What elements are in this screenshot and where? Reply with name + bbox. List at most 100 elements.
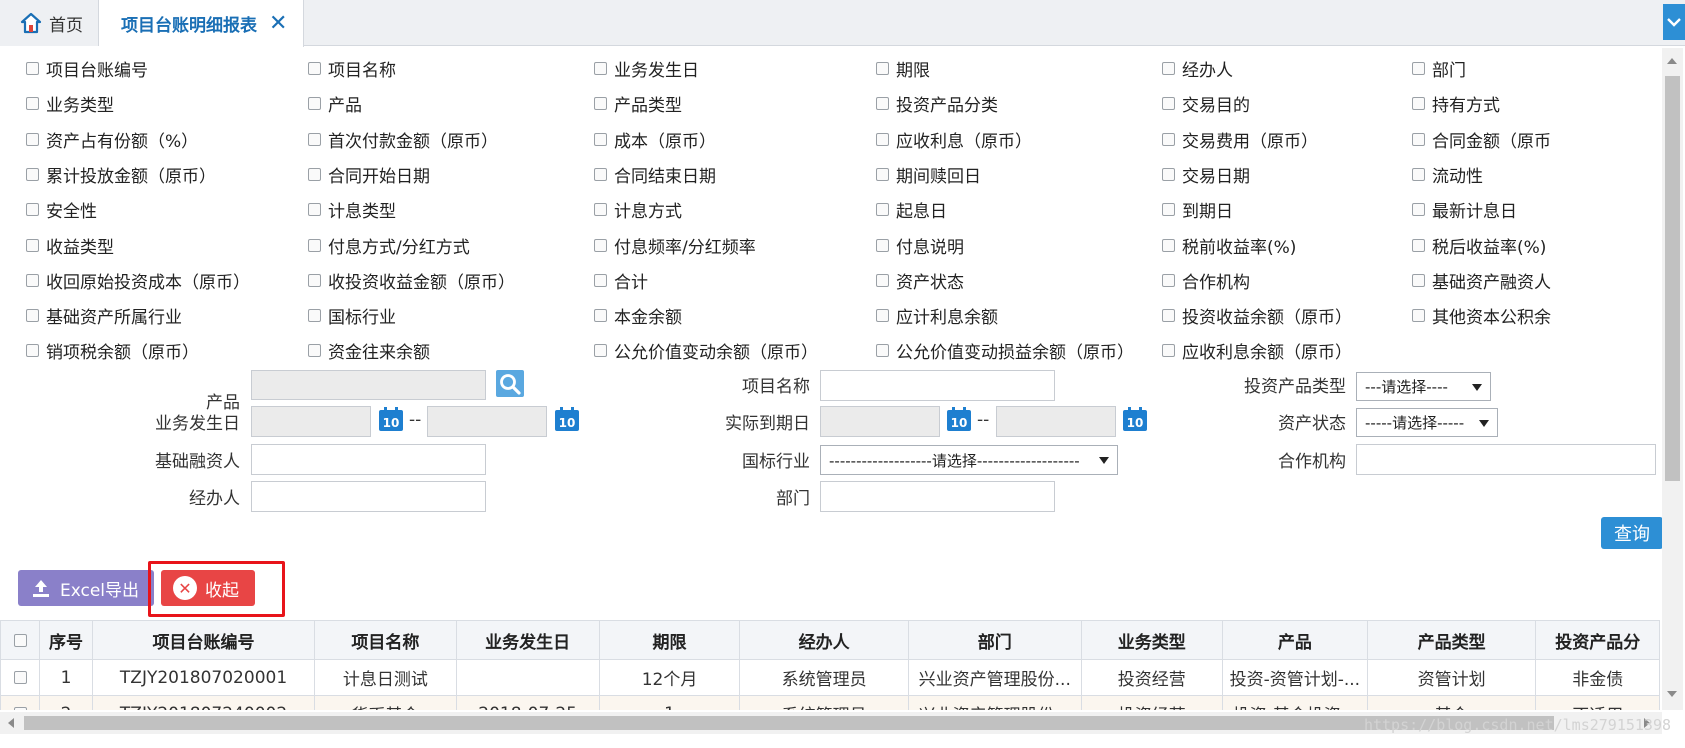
column-option[interactable]: 付息方式/分红方式 — [308, 232, 470, 258]
column-header[interactable]: 产品 — [1221, 620, 1368, 660]
checkbox[interactable] — [26, 167, 39, 181]
column-header[interactable]: 部门 — [908, 620, 1082, 660]
project-name-input[interactable] — [820, 370, 1055, 401]
column-header[interactable]: 项目名称 — [314, 620, 457, 660]
table-row[interactable]: 1 TZJY201807020001 计息日测试 12个月 系统管理员 兴业资产管理股份.… — [0, 659, 1660, 696]
column-option[interactable]: 部门 — [1412, 55, 1466, 81]
tab-report[interactable]: 项目台账明细报表 ✕ — [99, 0, 304, 47]
calendar-icon[interactable]: 10 — [554, 406, 580, 432]
checkbox[interactable] — [308, 202, 321, 216]
checkbox[interactable] — [26, 61, 39, 75]
column-option[interactable]: 经办人 — [1162, 55, 1233, 81]
checkbox[interactable] — [1162, 132, 1175, 146]
excel-export-button[interactable]: Excel导出 — [18, 570, 154, 606]
column-header[interactable]: 项目台账编号 — [91, 620, 316, 660]
checkbox[interactable] — [594, 202, 607, 216]
product-search-button[interactable] — [496, 370, 524, 397]
checkbox[interactable] — [876, 61, 889, 75]
column-option[interactable]: 首次付款金额（原币） — [308, 126, 498, 152]
checkbox[interactable] — [26, 238, 39, 252]
column-option[interactable]: 产品类型 — [594, 90, 682, 116]
horizontal-scroll-thumb[interactable] — [24, 716, 1554, 730]
column-option[interactable]: 交易目的 — [1162, 90, 1250, 116]
checkbox[interactable] — [1412, 167, 1425, 181]
column-option[interactable]: 期间赎回日 — [876, 161, 981, 187]
checkbox[interactable] — [1162, 343, 1175, 357]
checkbox[interactable] — [876, 273, 889, 287]
column-option[interactable]: 本金余额 — [594, 302, 682, 328]
checkbox[interactable] — [26, 202, 39, 216]
column-option[interactable]: 产品 — [308, 90, 362, 116]
column-header[interactable]: 业务类型 — [1080, 620, 1223, 660]
column-header[interactable]: 序号 — [39, 620, 93, 660]
column-option[interactable]: 交易日期 — [1162, 161, 1250, 187]
dept-input[interactable] — [820, 481, 1055, 512]
checkbox[interactable] — [308, 238, 321, 252]
checkbox[interactable] — [1162, 308, 1175, 322]
checkbox[interactable] — [308, 343, 321, 357]
select-all-checkbox[interactable] — [13, 633, 27, 647]
column-option[interactable]: 投资产品分类 — [876, 90, 998, 116]
column-option[interactable]: 到期日 — [1162, 196, 1233, 222]
column-option[interactable]: 业务类型 — [26, 90, 114, 116]
partner-input[interactable] — [1356, 444, 1656, 475]
checkbox[interactable] — [1412, 273, 1425, 287]
column-option[interactable]: 安全性 — [26, 196, 97, 222]
checkbox[interactable] — [26, 96, 39, 110]
handler-input[interactable] — [251, 481, 486, 512]
checkbox[interactable] — [1162, 167, 1175, 181]
checkbox[interactable] — [1412, 96, 1425, 110]
table-row[interactable]: 2TZJY201807240002货币基金2018-07-251系统管理员兴业资… — [0, 695, 1660, 710]
checkbox[interactable] — [1412, 202, 1425, 216]
checkbox[interactable] — [594, 308, 607, 322]
actual-maturity-end-input[interactable] — [996, 406, 1116, 437]
column-option[interactable]: 计息方式 — [594, 196, 682, 222]
column-option[interactable]: 合计 — [594, 267, 648, 293]
column-option[interactable]: 期限 — [876, 55, 930, 81]
close-icon[interactable]: ✕ — [269, 11, 287, 36]
checkbox[interactable] — [1162, 238, 1175, 252]
column-option[interactable]: 项目台账编号 — [26, 55, 148, 81]
checkbox[interactable] — [876, 96, 889, 110]
column-option[interactable]: 资产占有份额（%） — [26, 126, 198, 152]
checkbox[interactable] — [594, 343, 607, 357]
checkbox[interactable] — [1162, 61, 1175, 75]
checkbox[interactable] — [876, 202, 889, 216]
checkbox[interactable] — [308, 308, 321, 322]
checkbox[interactable] — [308, 273, 321, 287]
scroll-up-icon[interactable] — [1667, 58, 1677, 64]
column-option[interactable]: 收投资收益金额（原币） — [308, 267, 515, 293]
column-option[interactable]: 项目名称 — [308, 55, 396, 81]
column-option[interactable]: 最新计息日 — [1412, 196, 1517, 222]
column-option[interactable]: 应计利息余额 — [876, 302, 998, 328]
row-checkbox[interactable] — [13, 671, 27, 684]
column-option[interactable]: 国标行业 — [308, 302, 396, 328]
column-option[interactable]: 投资收益余额（原币） — [1162, 302, 1352, 328]
column-option[interactable]: 应收利息余额（原币） — [1162, 337, 1352, 363]
column-option[interactable]: 持有方式 — [1412, 90, 1500, 116]
checkbox[interactable] — [26, 343, 39, 357]
column-option[interactable]: 收益类型 — [26, 232, 114, 258]
calendar-icon[interactable]: 10 — [378, 406, 404, 432]
checkbox[interactable] — [876, 238, 889, 252]
product-input[interactable] — [251, 370, 486, 400]
biz-date-end-input[interactable] — [427, 406, 547, 437]
scroll-down-icon[interactable] — [1667, 691, 1677, 697]
column-option[interactable]: 其他资本公积余 — [1412, 302, 1551, 328]
column-option[interactable]: 交易费用（原币） — [1162, 126, 1318, 152]
column-option[interactable]: 流动性 — [1412, 161, 1483, 187]
column-option[interactable]: 合同结束日期 — [594, 161, 716, 187]
checkbox[interactable] — [308, 132, 321, 146]
column-option[interactable]: 税前收益率(%) — [1162, 232, 1296, 258]
column-header[interactable]: 经办人 — [739, 620, 909, 660]
biz-date-start-input[interactable] — [251, 406, 371, 437]
invest-product-type-select[interactable]: ---请选择---- — [1356, 372, 1491, 401]
checkbox[interactable] — [1162, 273, 1175, 287]
column-option[interactable]: 公允价值变动损益余额（原币） — [876, 337, 1134, 363]
column-option[interactable]: 起息日 — [876, 196, 947, 222]
checkbox[interactable] — [1412, 238, 1425, 252]
column-option[interactable]: 销项税余额（原币） — [26, 337, 199, 363]
column-header[interactable]: 期限 — [598, 620, 741, 660]
column-option[interactable]: 合同金额（原币 — [1412, 126, 1551, 152]
column-option[interactable]: 基础资产融资人 — [1412, 267, 1551, 293]
